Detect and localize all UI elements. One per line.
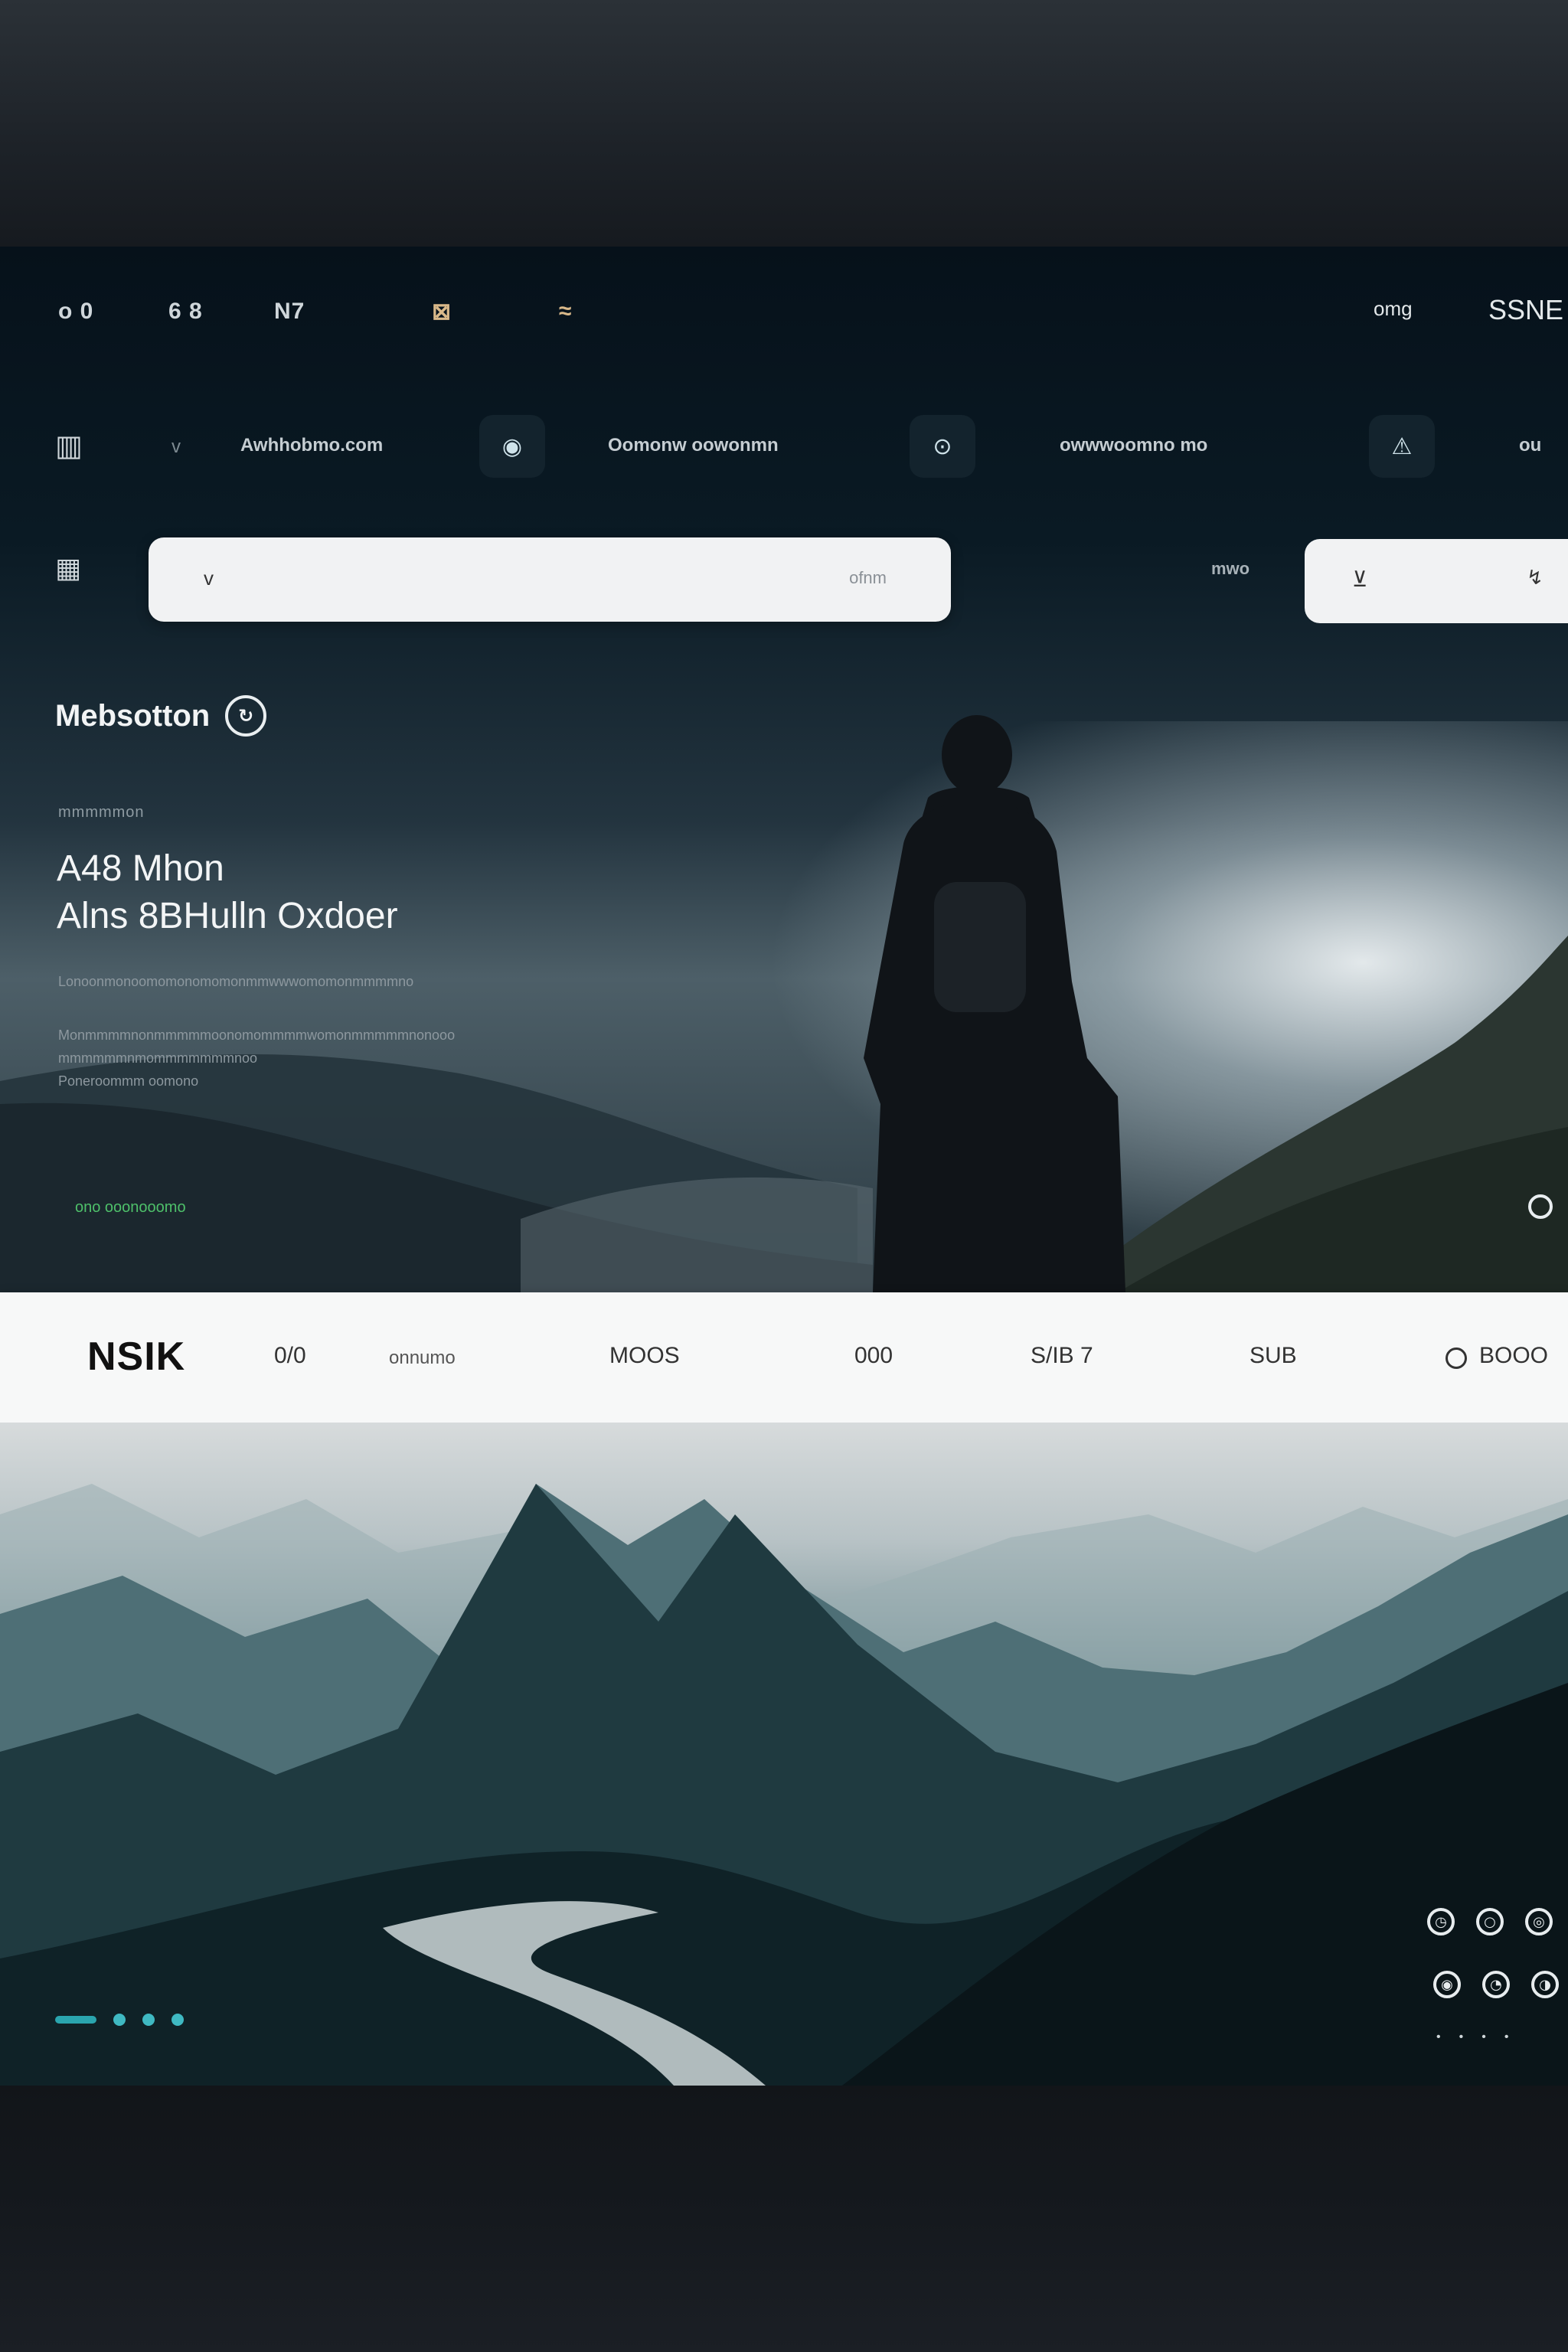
hero-body-line: Monmmmmnonmmmmmoonomommmmwomonmmmmmnonoo… (58, 1027, 456, 1043)
hero-section: o 0 6 8 N7 ⊠ ≈ omg SSNE ▥ v Awhhobmo.com… (0, 247, 1568, 1292)
hero-headline-line-2: Alns 8BHulln Oxdoer (57, 896, 398, 936)
media-control-icon[interactable]: ◉ (1433, 1971, 1461, 1998)
hero-headline-line-1: A48 Mhon (57, 848, 224, 889)
grid-icon[interactable]: ▦ (55, 553, 81, 584)
hero-body-line: Lonoonmonoomomonomomonmmwwwomomonmmmmno (58, 974, 414, 989)
record-icon: ◉ (501, 433, 523, 460)
nav-item-1[interactable]: o 0 (58, 299, 93, 325)
navbar-item[interactable]: 000 (854, 1343, 893, 1369)
search-field[interactable]: v ofnm (149, 537, 951, 622)
toolbar-link-1[interactable]: Awhhobmo.com (240, 435, 383, 456)
search-row: ▦ v ofnm mwo ⊻ ↯ (0, 531, 1568, 623)
section-title-text: Mebsotton (55, 698, 211, 733)
search-field-label: ofnm (849, 568, 887, 587)
indicator-dot[interactable]: • (1436, 2030, 1441, 2044)
landscape-banner (0, 1423, 1568, 2086)
media-control-icon[interactable]: ◔ (1482, 1971, 1510, 1998)
media-control-icon[interactable]: ◷ (1427, 1908, 1455, 1936)
toolbar-link-3[interactable]: owwwoomno mo (1060, 435, 1207, 456)
indicator-dot[interactable]: • (1481, 2030, 1486, 2044)
sort-icon[interactable]: ↯ (1527, 567, 1544, 590)
top-navigation: o 0 6 8 N7 ⊠ ≈ omg SSNE (0, 247, 1568, 377)
media-controls-row-1: ◷ ○ ◎ (1427, 1908, 1553, 1936)
nav-right-brand[interactable]: SSNE (1488, 294, 1563, 326)
pager-dot[interactable] (113, 2014, 126, 2026)
navbar-item[interactable]: BOOO (1479, 1343, 1548, 1369)
filter-label: mwo (1211, 559, 1250, 578)
toolbar-button-3[interactable]: ⚠ (1369, 415, 1435, 478)
hero-body-line: mmmmmmnmommmmmmmnoo (58, 1050, 257, 1066)
indicator-dot[interactable]: • (1459, 2030, 1464, 2044)
clock-icon (1446, 1348, 1467, 1369)
media-control-icon[interactable]: ◎ (1525, 1908, 1553, 1936)
bottom-backdrop (0, 2086, 1568, 2352)
chevron-down-icon[interactable]: v (204, 567, 214, 590)
landscape-illustration (0, 1484, 1568, 2086)
navbar-item[interactable]: onnumo (389, 1348, 456, 1369)
nav-item-5[interactable]: ≈ (559, 299, 572, 325)
hero-headline: A48 Mhon Alns 8BHulln Oxdoer (57, 845, 398, 940)
hero-indicator-dot[interactable] (1528, 1194, 1553, 1219)
toolbar-button-1[interactable]: ◉ (479, 415, 545, 478)
hero-body-line: Poneroommm oomono (58, 1073, 199, 1089)
pager-dot[interactable] (142, 2014, 155, 2026)
navbar-item[interactable]: MOOS (609, 1343, 680, 1369)
nav-item-3[interactable]: N7 (274, 299, 305, 325)
nav-item-4[interactable]: ⊠ (432, 299, 452, 325)
brand-logo[interactable]: NSIK (87, 1334, 185, 1380)
toolbar-link-4[interactable]: ou (1519, 435, 1541, 456)
navbar-item[interactable]: 0/0 (274, 1343, 306, 1369)
search-input[interactable] (248, 560, 864, 600)
media-control-icon[interactable]: ○ (1476, 1908, 1504, 1936)
navbar-item[interactable]: SUB (1250, 1343, 1297, 1369)
navbar-item[interactable]: S/IB 7 (1031, 1343, 1093, 1369)
hero-eyebrow: mmmmmon (58, 804, 145, 821)
filter-field[interactable]: ⊻ ↯ (1305, 539, 1568, 623)
pager-dot-active[interactable] (55, 2016, 96, 2024)
pager-dot[interactable] (172, 2014, 184, 2026)
hero-status: ono ooonooomo (75, 1199, 186, 1216)
hero-illustration (0, 715, 1568, 1292)
toolbar-row: ▥ v Awhhobmo.com ◉ Oomonw oowonmn ⊙ owww… (0, 415, 1568, 484)
toolbar-button-2[interactable]: ⊙ (910, 415, 975, 478)
slide-indicators: • • • • (1436, 2030, 1508, 2044)
chevron-down-icon[interactable]: v (172, 436, 181, 458)
target-icon: ⊙ (933, 433, 952, 460)
indicator-dot[interactable]: • (1504, 2030, 1509, 2044)
carousel-pager (55, 2014, 184, 2026)
alert-icon: ⚠ (1391, 433, 1413, 460)
menu-icon[interactable]: ▥ (55, 427, 92, 464)
top-backdrop (0, 0, 1568, 247)
media-controls-row-2: ◉ ◔ ◑ (1433, 1971, 1559, 1998)
nav-right-link[interactable]: omg (1374, 297, 1413, 321)
refresh-icon[interactable]: ↻ (225, 695, 267, 737)
filter-icon[interactable]: ⊻ (1352, 567, 1368, 592)
section-title: Mebsotton ↻ (55, 695, 267, 737)
main-navbar: NSIK 0/0 onnumo MOOS 000 S/IB 7 SUB BOOO (0, 1292, 1568, 1423)
toolbar-link-2[interactable]: Oomonw oowonmn (608, 435, 779, 456)
nav-item-2[interactable]: 6 8 (168, 299, 203, 325)
media-control-icon[interactable]: ◑ (1531, 1971, 1559, 1998)
